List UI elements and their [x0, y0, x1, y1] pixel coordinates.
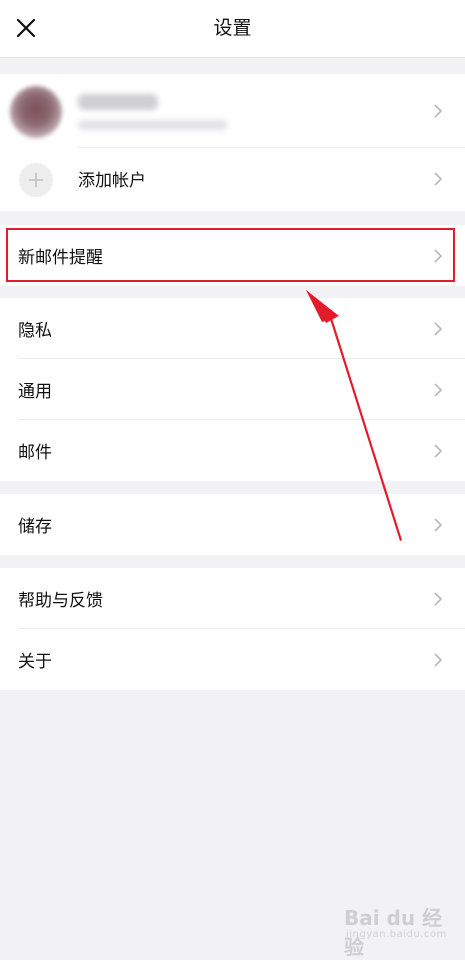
help-group: 帮助与反馈 关于: [0, 568, 465, 690]
plus-icon: [19, 163, 53, 197]
chevron-right-icon: [434, 104, 443, 118]
chevron-right-icon: [434, 171, 443, 186]
new-mail-alert-label: 新邮件提醒: [18, 248, 103, 268]
privacy-row[interactable]: 隐私: [0, 298, 465, 359]
page-title: 设置: [213, 17, 252, 39]
add-account-label: 添加帐户: [78, 171, 146, 191]
account-row[interactable]: [0, 74, 465, 148]
about-label: 关于: [18, 652, 52, 672]
chevron-right-icon: [434, 321, 443, 336]
account-name-blurred: [78, 94, 158, 110]
mail-label: 邮件: [18, 443, 52, 463]
new-mail-alert-row[interactable]: 新邮件提醒: [0, 225, 465, 286]
account-group: 添加帐户: [0, 74, 465, 211]
watermark-url: jingyan.baidu.com: [346, 929, 447, 940]
general-row[interactable]: 通用: [0, 359, 465, 420]
help-feedback-row[interactable]: 帮助与反馈: [0, 568, 465, 629]
avatar: [10, 86, 62, 138]
general-label: 通用: [18, 382, 52, 402]
chevron-right-icon: [434, 443, 443, 458]
chevron-right-icon: [434, 382, 443, 397]
add-account-row[interactable]: 添加帐户: [0, 148, 465, 209]
about-row[interactable]: 关于: [0, 629, 465, 690]
chevron-right-icon: [434, 652, 443, 667]
help-feedback-label: 帮助与反馈: [18, 591, 103, 611]
account-email-blurred: [78, 120, 228, 130]
storage-group: 储存: [0, 494, 465, 555]
chevron-right-icon: [434, 591, 443, 606]
new-mail-group: 新邮件提醒: [0, 225, 465, 286]
watermark: Bai du 经验 jingyan.baidu.com: [344, 896, 460, 959]
storage-row[interactable]: 储存: [0, 494, 465, 555]
mail-row[interactable]: 邮件: [0, 420, 465, 481]
top-bar: 设置: [0, 0, 465, 58]
chevron-right-icon: [434, 517, 443, 532]
chevron-right-icon: [434, 248, 443, 263]
storage-label: 储存: [18, 517, 52, 537]
settings-group: 隐私 通用 邮件: [0, 298, 465, 481]
privacy-label: 隐私: [18, 321, 52, 341]
